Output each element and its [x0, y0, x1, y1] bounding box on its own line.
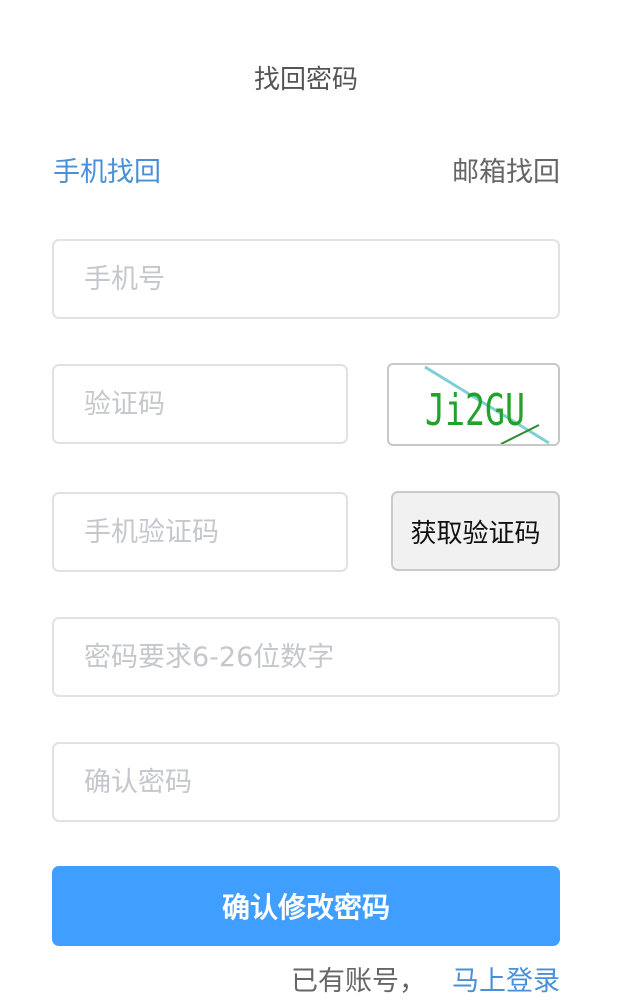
login-prompt: 已有账号， 马上登录	[291, 962, 560, 1002]
tab-email-recovery[interactable]: 邮箱找回	[452, 153, 560, 193]
new-password-input[interactable]	[52, 617, 560, 697]
page-title: 找回密码	[253, 65, 358, 95]
get-sms-code-button[interactable]: 获取验证码	[391, 491, 560, 571]
login-link[interactable]: 马上登录	[452, 966, 560, 997]
confirm-change-password-button[interactable]: 确认修改密码	[52, 866, 560, 946]
phone-input[interactable]	[52, 239, 560, 319]
tab-phone-recovery[interactable]: 手机找回	[53, 153, 161, 193]
captcha-text: Ji2GU	[425, 385, 525, 436]
has-account-text: 已有账号，	[291, 966, 426, 997]
confirm-password-input[interactable]	[52, 742, 560, 822]
captcha-input[interactable]	[52, 364, 348, 444]
captcha-image[interactable]: Ji2GU	[387, 363, 560, 446]
sms-code-input[interactable]	[52, 492, 348, 572]
